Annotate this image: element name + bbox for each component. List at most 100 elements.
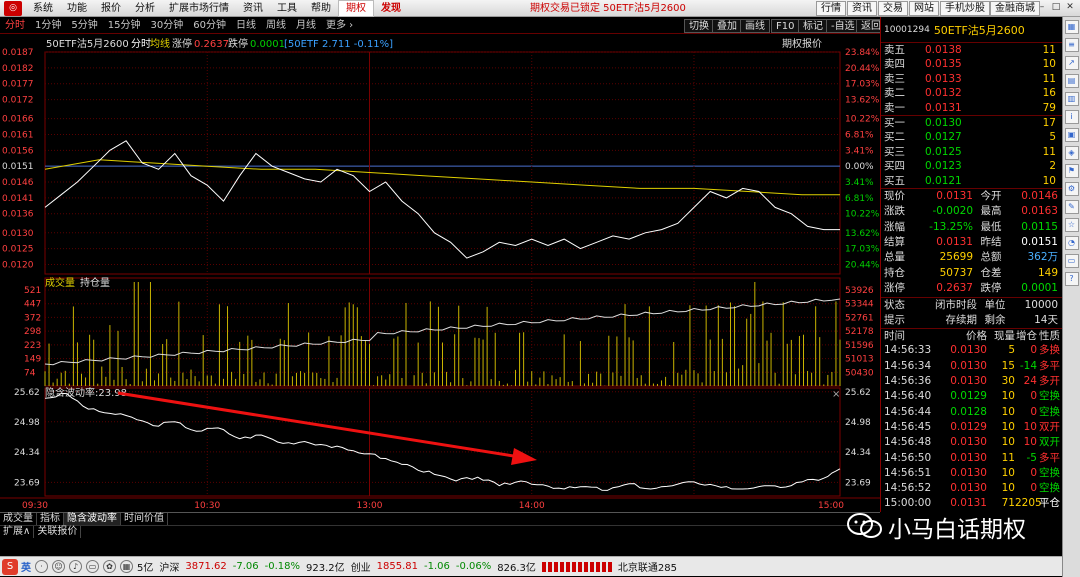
menu-grid-icon[interactable]: ▦ [120, 560, 133, 573]
skin-icon[interactable]: ✿ [103, 560, 116, 573]
limit-up-label: 涨停 [172, 37, 192, 50]
tab-implied-volatility[interactable]: 隐含波动率 [64, 513, 121, 525]
switch-button[interactable]: 切换 [684, 19, 714, 33]
flag-icon[interactable]: ⚑ [1064, 164, 1079, 178]
top-btn-mall[interactable]: 金融商城 [990, 1, 1040, 16]
pct-tick: 20.44% [845, 64, 880, 74]
quote-k2: 仓差 [980, 266, 1002, 279]
tab-15min[interactable]: 15分钟 [103, 17, 146, 34]
menu-extended-market[interactable]: 扩展市场行情 [162, 0, 236, 17]
bid-row[interactable]: 买五 0.0121 10 [881, 174, 1062, 188]
close-icon[interactable]: ✕ [1064, 2, 1076, 14]
f10-button[interactable]: F10 [771, 19, 800, 33]
ime-toolbar[interactable]: S 英 · ☺ ♪ ▭ ✿ ▦ [0, 557, 137, 577]
monitor-icon[interactable]: ▭ [1064, 254, 1079, 268]
trade-n: 双开 [1039, 420, 1060, 433]
tab-daily[interactable]: 日线 [231, 17, 261, 34]
bid-row[interactable]: 买四 0.0123 2 [881, 159, 1062, 173]
tab-5min[interactable]: 5分钟 [66, 17, 102, 34]
layers-icon[interactable]: ◈ [1064, 146, 1079, 160]
menu-analysis[interactable]: 分析 [128, 0, 162, 17]
pct-tick: 17.03% [845, 245, 880, 255]
bid-row[interactable]: 买一 0.0130 17 [881, 116, 1062, 130]
tab-intraday[interactable]: 分时 [0, 17, 30, 34]
tab-related-quotes[interactable]: 关联报价 [34, 526, 82, 538]
tab-extend[interactable]: 扩展∧ [0, 526, 35, 538]
menu-tools[interactable]: 工具 [270, 0, 304, 17]
ask-row[interactable]: 卖二 0.0132 16 [881, 86, 1062, 100]
emoji-icon[interactable]: ☺ [52, 560, 65, 573]
star-icon[interactable]: ☆ [1064, 218, 1079, 232]
minimize-icon[interactable]: – [1036, 2, 1048, 14]
bell-icon[interactable]: ◔ [1064, 236, 1079, 250]
menu-discover[interactable]: 发现 [374, 0, 408, 17]
chart-area[interactable]: 0.0187 23.84% 0.0182 20.44% 0.0177 17.03% 0.01… [0, 34, 880, 512]
ime-logo-icon[interactable]: S [2, 558, 18, 575]
trade-q: 10 [1001, 436, 1015, 449]
bar-icon[interactable]: ▥ [1064, 92, 1079, 106]
tab-volume[interactable]: 成交量 [0, 513, 37, 525]
ask-row[interactable]: 卖三 0.0133 11 [881, 72, 1062, 86]
keyboard-icon[interactable]: ▭ [86, 560, 99, 573]
trade-q: 15 [1001, 359, 1015, 372]
level-volume: 16 [1042, 87, 1056, 100]
level-volume: 11 [1042, 72, 1056, 85]
quote-panel: 10001294 50ETF沽5月2600 卖五 0.0138 11 卖四 0.0135… [880, 17, 1062, 512]
price-tick: 0.0125 [2, 245, 34, 255]
tab-60min[interactable]: 60分钟 [188, 17, 231, 34]
tab-indicator[interactable]: 指标 [37, 513, 64, 525]
tab-weekly[interactable]: 周线 [261, 17, 291, 34]
menu-system[interactable]: 系统 [26, 0, 60, 17]
bid-row[interactable]: 买三 0.0125 11 [881, 145, 1062, 159]
trade-t: 14:56:34 [884, 359, 932, 372]
trade-t: 14:56:40 [884, 390, 932, 403]
menu-help[interactable]: 帮助 [304, 0, 338, 17]
pct-tick: 0.00% [845, 162, 874, 172]
help-icon[interactable]: ? [1064, 272, 1079, 286]
mic-icon[interactable]: ♪ [69, 560, 82, 573]
tab-30min[interactable]: 30分钟 [145, 17, 188, 34]
mark-button[interactable]: 标记 [798, 19, 828, 33]
volume-tick: 521 [24, 286, 41, 296]
edit-icon[interactable]: ✎ [1064, 200, 1079, 214]
menu-news[interactable]: 资讯 [236, 0, 270, 17]
iv-close-icon[interactable]: × [832, 389, 840, 400]
trade-q: 10 [1001, 482, 1015, 495]
top-btn-trade[interactable]: 交易 [878, 1, 908, 16]
tab-1min[interactable]: 1分钟 [30, 17, 66, 34]
trade-d: -5 [1026, 451, 1037, 464]
draw-line-button[interactable]: 画线 [740, 19, 770, 33]
top-btn-mobile[interactable]: 手机炒股 [940, 1, 990, 16]
tab-time-value[interactable]: 时间价值 [121, 513, 168, 525]
ask-row[interactable]: 卖五 0.0138 11 [881, 43, 1062, 57]
punctuation-icon[interactable]: · [35, 560, 48, 573]
price-tick: 0.0156 [2, 146, 34, 156]
menu-options[interactable]: 期权 [338, 0, 374, 17]
top-btn-website[interactable]: 网站 [909, 1, 939, 16]
ask-row[interactable]: 卖四 0.0135 10 [881, 57, 1062, 71]
overlay-button[interactable]: 叠加 [712, 19, 742, 33]
top-btn-quote[interactable]: 行情 [816, 1, 846, 16]
calendar-icon[interactable]: ▣ [1064, 128, 1079, 142]
tab-more[interactable]: 更多 › [321, 17, 358, 34]
top-btn-news[interactable]: 资讯 [847, 1, 877, 16]
options-quote-link[interactable]: 期权报价 [782, 37, 822, 50]
info-icon[interactable]: i [1064, 110, 1079, 124]
ime-lang[interactable]: 英 [21, 559, 31, 574]
menu-function[interactable]: 功能 [60, 0, 94, 17]
menu-quote[interactable]: 报价 [94, 0, 128, 17]
bid-row[interactable]: 买二 0.0127 5 [881, 130, 1062, 144]
chart-icon[interactable]: ▦ [1064, 20, 1079, 34]
watchlist-button[interactable]: -自选 [826, 19, 860, 33]
trade-d: 0 [1030, 482, 1037, 495]
trend-icon[interactable]: ↗ [1064, 56, 1079, 70]
settings-icon[interactable]: ⚙ [1064, 182, 1079, 196]
trade-p: 0.0130 [950, 436, 987, 449]
level-price: 0.0133 [925, 72, 962, 85]
maximize-icon[interactable]: □ [1050, 2, 1062, 14]
trade-t: 14:56:45 [884, 420, 932, 433]
list-icon[interactable]: ≡ [1064, 38, 1079, 52]
ask-row[interactable]: 卖一 0.0131 79 [881, 101, 1062, 115]
grid-icon[interactable]: ▤ [1064, 74, 1079, 88]
tab-monthly[interactable]: 月线 [291, 17, 321, 34]
